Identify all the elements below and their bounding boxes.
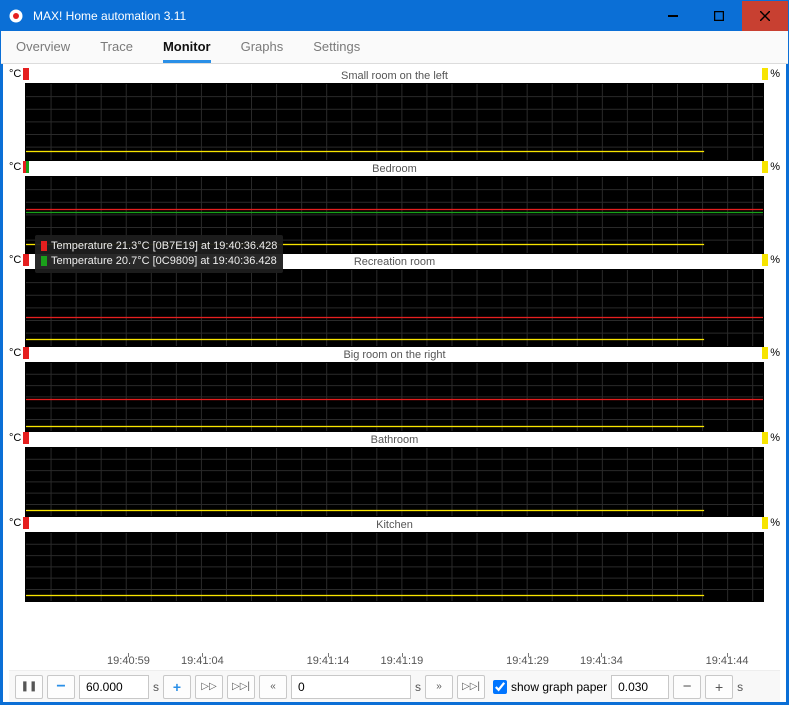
tab-trace[interactable]: Trace (100, 30, 133, 63)
position-unit: s (415, 680, 421, 694)
y-right-unit: % (770, 68, 780, 80)
series-marker-icon (762, 68, 768, 80)
chart-row: °CBig room on the right% 2050 (9, 347, 780, 432)
zoom-in-button[interactable]: + (705, 675, 733, 699)
content-area: °CSmall room on the left%2050°CBedroom%2… (1, 64, 788, 704)
y-left-unit: °C (9, 517, 21, 529)
chart-plot[interactable]: 2050 (25, 83, 764, 161)
rate-input[interactable] (79, 675, 149, 699)
chart-row: °CSmall room on the left% 2050 (9, 68, 780, 161)
y-left-unit: °C (9, 161, 21, 173)
rate-decrease-button[interactable]: − (47, 675, 75, 699)
rate-increase-button[interactable]: + (163, 675, 191, 699)
show-graph-paper-checkbox[interactable]: show graph paper (493, 680, 607, 694)
zoom-out-button[interactable]: − (673, 675, 701, 699)
y-left-unit: °C (9, 432, 21, 444)
chart-row: °CBathroom% 2050 (9, 432, 780, 517)
y-right-unit: % (770, 254, 780, 266)
y-right-unit: % (770, 517, 780, 529)
series-marker-icon (762, 347, 768, 359)
show-graph-paper-label: show graph paper (511, 680, 607, 694)
rewind-button[interactable]: « (259, 675, 287, 699)
series-line (26, 151, 704, 152)
chart-title: Big room on the right (9, 349, 780, 361)
series-marker-icon (23, 517, 29, 529)
series-marker-icon (23, 161, 29, 173)
zoom-input[interactable] (611, 675, 669, 699)
tooltip-text: Temperature 21.3°C [0B7E19] at 19:40:36.… (51, 240, 277, 252)
tab-settings[interactable]: Settings (313, 30, 360, 63)
chart-title: Kitchen (9, 519, 780, 531)
series-marker-icon (762, 432, 768, 444)
chart-plot[interactable]: 2050 (25, 447, 764, 517)
x-tick: 19:41:14 (307, 655, 350, 667)
series-marker-icon (762, 254, 768, 266)
chart-title: Small room on the left (9, 70, 780, 82)
window-title: MAX! Home automation 3.11 (31, 9, 650, 23)
series-line (26, 595, 704, 596)
series-marker-icon (23, 432, 29, 444)
close-button[interactable] (742, 1, 788, 31)
series-line (26, 317, 763, 318)
tooltip-text: Temperature 20.7°C [0C9809] at 19:40:36.… (51, 255, 277, 267)
x-tick: 19:40:59 (107, 655, 150, 667)
series-line (26, 209, 763, 210)
chart-row: °CKitchen% 2050 (9, 517, 780, 602)
chart-row: °CBedroom%2050Temperature 21.3°C [0B7E19… (9, 161, 780, 254)
x-tick: 19:41:29 (506, 655, 549, 667)
series-line (26, 510, 704, 511)
series-line (26, 212, 763, 213)
tooltip-marker-icon (41, 241, 47, 251)
y-left-unit: °C (9, 347, 21, 359)
series-marker-icon (762, 161, 768, 173)
series-line (26, 426, 704, 427)
y-right-unit: % (770, 347, 780, 359)
tooltip-marker-icon (41, 256, 47, 266)
position-input[interactable] (291, 675, 411, 699)
minimize-button[interactable] (650, 1, 696, 31)
rate-unit: s (153, 680, 159, 694)
show-graph-paper-input[interactable] (493, 680, 507, 694)
x-tick: 19:41:34 (580, 655, 623, 667)
chart-title: Bedroom (9, 163, 780, 175)
playback-toolbar: ❚❚ − s + ▷▷ ▷▷| « s » ▷▷| show graph pap… (9, 670, 780, 702)
titlebar[interactable]: MAX! Home automation 3.11 (1, 1, 788, 31)
time-axis: 19:40:59 19:41:04 19:41:14 19:41:19 19:41:29… (25, 654, 764, 670)
chart-plot[interactable]: 2050 (25, 532, 764, 602)
y-left-unit: °C (9, 254, 21, 266)
y-right-unit: % (770, 432, 780, 444)
y-right-unit: % (770, 161, 780, 173)
forward-button[interactable]: » (425, 675, 453, 699)
chart-tooltip: Temperature 21.3°C [0B7E19] at 19:40:36.… (35, 235, 283, 273)
app-icon (1, 8, 31, 24)
maximize-button[interactable] (696, 1, 742, 31)
pause-button[interactable]: ❚❚ (15, 675, 43, 699)
skip-forward-button[interactable]: ▷▷| (457, 675, 485, 699)
x-tick: 19:41:19 (380, 655, 423, 667)
y-left-unit: °C (9, 68, 21, 80)
tab-monitor[interactable]: Monitor (163, 30, 211, 63)
chart-title: Bathroom (9, 434, 780, 446)
skip-to-end-button[interactable]: ▷▷| (227, 675, 255, 699)
series-marker-icon (762, 517, 768, 529)
series-marker-icon (23, 68, 29, 80)
tab-overview[interactable]: Overview (16, 30, 70, 63)
chart-plot[interactable]: 2050 (25, 362, 764, 432)
tabbar: Overview Trace Monitor Graphs Settings (1, 31, 788, 64)
app-window: MAX! Home automation 3.11 Overview Trace… (0, 0, 789, 705)
series-marker-icon (23, 347, 29, 359)
x-tick: 19:41:04 (181, 655, 224, 667)
series-marker-icon (23, 254, 29, 266)
x-tick: 19:41:44 (706, 655, 749, 667)
chart-plot[interactable]: 2050 (25, 269, 764, 347)
series-line (26, 339, 704, 340)
charts-stack: °CSmall room on the left%2050°CBedroom%2… (9, 68, 780, 654)
fast-forward-button[interactable]: ▷▷ (195, 675, 223, 699)
series-line (26, 399, 763, 400)
zoom-unit: s (737, 680, 743, 694)
tab-graphs[interactable]: Graphs (241, 30, 284, 63)
